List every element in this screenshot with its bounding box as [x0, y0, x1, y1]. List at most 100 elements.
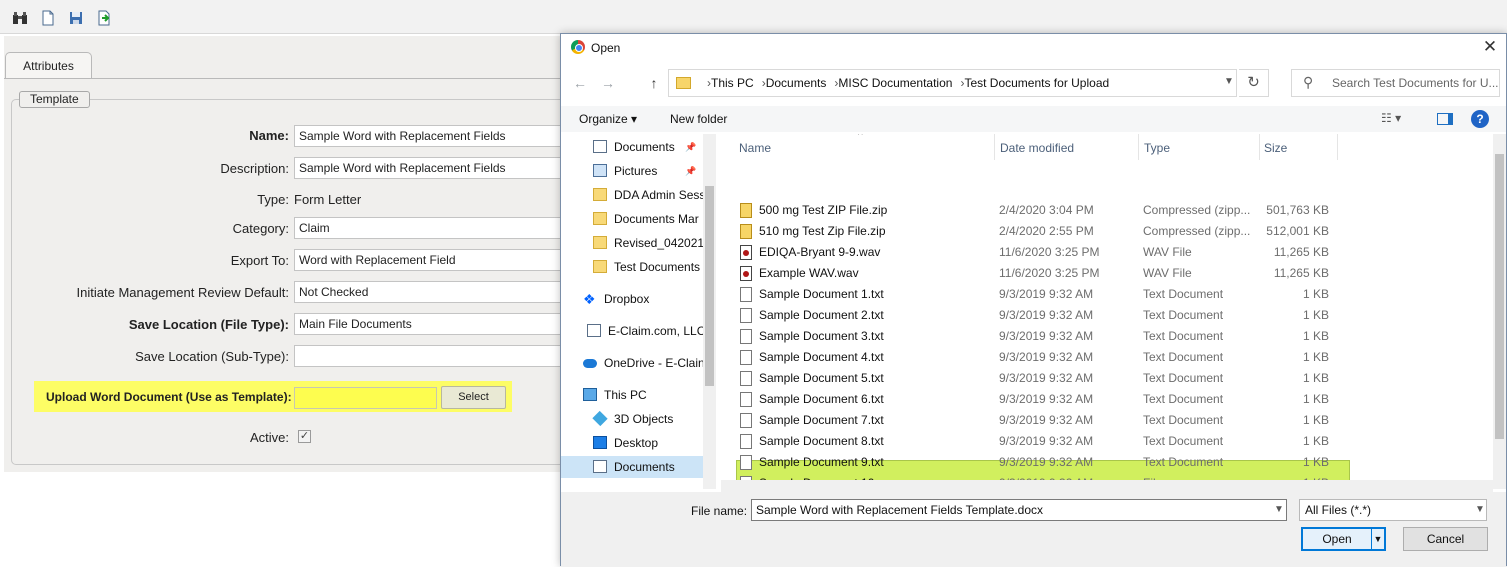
- search-input[interactable]: Search Test Documents for U...: [1291, 69, 1500, 97]
- select-button[interactable]: Select: [441, 386, 506, 409]
- file-type-select[interactable]: All Files (*.*): [1299, 499, 1487, 521]
- breadcrumb-documents[interactable]: Documents: [766, 76, 827, 90]
- chevron-down-icon[interactable]: ▼: [1224, 76, 1234, 87]
- wav-file-icon: [740, 245, 752, 260]
- nav-item[interactable]: ❖ Dropbox: [561, 288, 703, 310]
- nav-item[interactable]: DDA Admin Sess: [561, 184, 703, 206]
- file-row[interactable]: 500 mg Test ZIP File.zip 2/4/2020 3:04 PM…: [734, 200, 1344, 221]
- refresh-icon[interactable]: ↻: [1239, 69, 1269, 97]
- open-button[interactable]: Open ▼: [1301, 527, 1386, 551]
- pin-icon[interactable]: 📌: [685, 136, 696, 158]
- file-row[interactable]: Sample Document 1.txt 9/3/2019 9:32 AM Tex…: [734, 284, 1344, 305]
- nav-item[interactable]: Desktop: [561, 432, 703, 454]
- column-header-date[interactable]: Date modified: [1000, 141, 1074, 155]
- file-row[interactable]: Example WAV.wav 11/6/2020 3:25 PM WAV File…: [734, 263, 1344, 284]
- file-type: Text Document: [1143, 413, 1224, 427]
- file-size: 1 KB: [1302, 371, 1329, 385]
- preview-pane-icon[interactable]: [1437, 113, 1453, 125]
- file-size: 1 KB: [1302, 434, 1329, 448]
- nav-item[interactable]: Documents 📌: [561, 136, 703, 158]
- back-arrow-icon[interactable]: ←: [571, 75, 589, 91]
- save-location-file-type-select[interactable]: Main File Documents: [294, 313, 564, 335]
- command-bar: Organize ▾ New folder ☷ ▾ ?: [561, 106, 1506, 132]
- txt-file-icon: [740, 455, 752, 470]
- export-icon[interactable]: [96, 10, 112, 26]
- forward-arrow-icon[interactable]: →: [599, 75, 617, 91]
- active-checkbox[interactable]: ✓: [298, 430, 311, 443]
- category-select[interactable]: Claim: [294, 217, 564, 239]
- file-type: Text Document: [1143, 308, 1224, 322]
- nav-item-label: Documents: [614, 460, 675, 474]
- column-divider[interactable]: [1138, 134, 1139, 160]
- breadcrumb-misc-documentation[interactable]: MISC Documentation: [838, 76, 952, 90]
- open-button-label: Open: [1322, 532, 1352, 546]
- save-icon[interactable]: [68, 10, 84, 26]
- binoculars-icon[interactable]: [12, 10, 28, 26]
- column-header-size[interactable]: Size: [1264, 141, 1287, 155]
- file-row[interactable]: Sample Document 4.txt 9/3/2019 9:32 AM Tex…: [734, 347, 1344, 368]
- close-icon[interactable]: ✕: [1478, 36, 1502, 58]
- pin-icon[interactable]: 📌: [685, 160, 696, 182]
- organize-button[interactable]: Organize ▾: [579, 112, 637, 126]
- file-size: 1 KB: [1302, 287, 1329, 301]
- cancel-button[interactable]: Cancel: [1403, 527, 1488, 551]
- file-size: 11,265 KB: [1273, 245, 1329, 259]
- file-row[interactable]: Sample Document 6.txt 9/3/2019 9:32 AM Tex…: [734, 389, 1344, 410]
- file-row[interactable]: Sample Document 3.txt 9/3/2019 9:32 AM Tex…: [734, 326, 1344, 347]
- column-divider[interactable]: [1259, 134, 1260, 160]
- chevron-down-icon[interactable]: ▼: [1475, 504, 1485, 515]
- file-row[interactable]: 510 mg Test Zip File.zip 2/4/2020 2:55 PM…: [734, 221, 1344, 242]
- file-row[interactable]: Sample Document 7.txt 9/3/2019 9:32 AM Tex…: [734, 410, 1344, 431]
- chevron-down-icon[interactable]: ▼: [1274, 504, 1284, 515]
- address-bar[interactable]: ›This PC ›Documents ›MISC Documentation ›Te…: [668, 69, 1237, 97]
- view-options-icon[interactable]: ☷ ▾: [1381, 111, 1401, 125]
- nav-item[interactable]: 3D Objects: [561, 408, 703, 430]
- zip-file-icon: [740, 203, 752, 218]
- file-row[interactable]: Sample Document 8.txt 9/3/2019 9:32 AM Tex…: [734, 431, 1344, 452]
- column-header-name[interactable]: Name: [739, 141, 771, 155]
- help-icon[interactable]: ?: [1471, 110, 1489, 128]
- name-field[interactable]: Sample Word with Replacement Fields: [294, 125, 564, 147]
- open-dropdown-icon[interactable]: ▼: [1371, 529, 1384, 549]
- file-row[interactable]: EDIQA-Bryant 9-9.wav 11/6/2020 3:25 PM WAV…: [734, 242, 1344, 263]
- save-location-sub-type-label: Save Location (Sub-Type):: [135, 349, 289, 364]
- export-to-select[interactable]: Word with Replacement Field: [294, 249, 564, 271]
- column-divider[interactable]: [1337, 134, 1338, 160]
- nav-item[interactable]: E-Claim.com, LLC: [561, 320, 703, 342]
- folder-icon: [593, 236, 607, 249]
- column-divider[interactable]: [994, 134, 995, 160]
- nav-pane-scroll-thumb[interactable]: [705, 186, 714, 386]
- file-row[interactable]: Sample Document 9.txt 9/3/2019 9:32 AM Tex…: [734, 452, 1344, 473]
- nav-item[interactable]: Pictures 📌: [561, 160, 703, 182]
- file-date: 9/3/2019 9:32 AM: [999, 308, 1094, 322]
- file-list-scroll-thumb[interactable]: [1495, 154, 1504, 439]
- nav-item[interactable]: This PC: [561, 384, 703, 406]
- nav-item[interactable]: Test Documents: [561, 256, 703, 278]
- file-type: WAV File: [1143, 245, 1192, 259]
- new-folder-button[interactable]: New folder: [670, 112, 727, 126]
- upload-file-field[interactable]: [294, 387, 437, 409]
- nav-item-label: Documents: [614, 140, 675, 154]
- up-arrow-icon[interactable]: ↑: [645, 75, 663, 91]
- tab-attributes[interactable]: Attributes: [5, 52, 92, 79]
- horizontal-scrollbar[interactable]: [721, 480, 1493, 492]
- column-header-type[interactable]: Type: [1144, 141, 1170, 155]
- breadcrumb-test-documents[interactable]: Test Documents for Upload: [964, 76, 1109, 90]
- file-row[interactable]: Sample Document 5.txt 9/3/2019 9:32 AM Tex…: [734, 368, 1344, 389]
- file-name-input[interactable]: Sample Word with Replacement Fields Temp…: [751, 499, 1287, 521]
- review-default-select[interactable]: Not Checked: [294, 281, 564, 303]
- file-name: Sample Document 7.txt: [759, 413, 884, 427]
- breadcrumb-this-pc[interactable]: This PC: [711, 76, 754, 90]
- nav-item[interactable]: Revised_042021_: [561, 232, 703, 254]
- desktop-icon: [593, 436, 607, 449]
- review-default-label: Initiate Management Review Default:: [76, 285, 289, 300]
- nav-item[interactable]: OneDrive - E-Clain: [561, 352, 703, 374]
- save-location-sub-type-select[interactable]: [294, 345, 564, 367]
- new-document-icon[interactable]: [40, 10, 56, 26]
- dropbox-icon: ❖: [583, 291, 596, 307]
- nav-item[interactable]: Documents: [561, 456, 703, 478]
- nav-item[interactable]: Documents Mar: [561, 208, 703, 230]
- description-field[interactable]: Sample Word with Replacement Fields: [294, 157, 564, 179]
- txt-file-icon: [740, 308, 752, 323]
- file-row[interactable]: Sample Document 2.txt 9/3/2019 9:32 AM Tex…: [734, 305, 1344, 326]
